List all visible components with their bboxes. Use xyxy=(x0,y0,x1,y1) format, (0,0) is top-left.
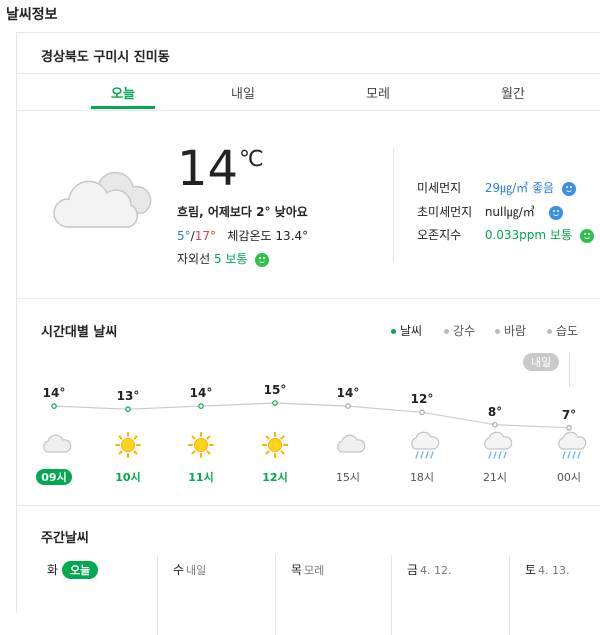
weekday-sub: 오늘 xyxy=(62,561,99,579)
hourly-temp: 14° xyxy=(336,386,360,401)
divider xyxy=(391,555,392,635)
temperature-point xyxy=(566,424,572,431)
weekday-label: 토 xyxy=(525,563,537,577)
divider xyxy=(509,555,510,635)
cloud-icon xyxy=(40,431,72,459)
tab-active-indicator xyxy=(91,106,155,109)
divider xyxy=(17,298,600,299)
hour-label: 11시 xyxy=(188,471,214,484)
weekly-day-1[interactable]: 수 내일 xyxy=(173,561,206,578)
feels-like-value: 13.4° xyxy=(275,229,309,243)
temperature-point xyxy=(492,421,498,428)
weekday-sub: 내일 xyxy=(186,564,207,577)
tomorrow-badge: 내일 xyxy=(523,353,560,371)
air-label: 초미세먼지 xyxy=(417,205,473,219)
hour-label: 09시 xyxy=(36,469,72,485)
max-temp: 17° xyxy=(194,229,216,243)
hour-label: 10시 xyxy=(115,471,141,484)
air-label: 오존지수 xyxy=(417,228,462,242)
weekday-sub: 4. 13. xyxy=(538,564,570,577)
air-label: 미세먼지 xyxy=(417,181,462,195)
air-value: 0.033ppm 보통 xyxy=(484,228,573,242)
feels-like-label: 체감온도 xyxy=(227,229,272,243)
legend-wind[interactable]: 바람 xyxy=(495,322,526,339)
hourly-temp: 13° xyxy=(116,389,140,404)
hourly-temp: 14° xyxy=(189,386,213,401)
uv-label: 자외선 xyxy=(177,252,211,266)
weekly-day-0[interactable]: 화 오늘 xyxy=(47,561,99,579)
tab-today[interactable]: 오늘 xyxy=(93,83,153,102)
weekday-label: 화 xyxy=(47,563,59,577)
rain-cloud-icon xyxy=(481,431,513,467)
weather-summary: 흐림, 어제보다 2° 낮아요 xyxy=(177,205,308,219)
smile-icon xyxy=(579,228,594,243)
legend-precipitation[interactable]: 강수 xyxy=(444,322,475,339)
temperature-point xyxy=(198,403,204,409)
weekly-day-2[interactable]: 목 모레 xyxy=(291,561,324,578)
tab-monthly[interactable]: 월간 xyxy=(483,83,543,102)
smile-icon xyxy=(548,205,563,220)
temperature-point xyxy=(272,400,278,406)
weekday-sub: 모레 xyxy=(304,564,325,577)
hour-label: 18시 xyxy=(409,471,435,484)
air-row-ozone[interactable]: 오존지수 0.033ppm 보통 xyxy=(417,226,594,243)
uv-value: 5 보통 xyxy=(213,252,248,266)
legend-humidity[interactable]: 습도 xyxy=(547,322,578,339)
divider xyxy=(17,73,600,74)
air-row-fine-dust[interactable]: 미세먼지 29㎍/㎥ 좋음 xyxy=(417,179,576,196)
temperature-point xyxy=(125,406,131,413)
divider xyxy=(17,505,600,506)
divider xyxy=(17,110,600,111)
smile-icon xyxy=(255,252,270,267)
weekday-label: 목 xyxy=(291,563,303,577)
divider xyxy=(157,555,158,635)
hour-label: 21시 xyxy=(482,471,508,484)
sun-icon xyxy=(114,431,142,463)
weekly-day-4[interactable]: 토 4. 13. xyxy=(525,561,570,578)
temperature-unit: ℃ xyxy=(239,147,264,172)
hour-label: 15시 xyxy=(335,471,361,484)
rain-cloud-icon xyxy=(555,431,587,467)
temperature-point xyxy=(51,403,57,409)
sun-icon xyxy=(187,431,215,463)
divider xyxy=(393,148,394,263)
temperature-point xyxy=(345,403,351,409)
min-temp: 5° xyxy=(177,229,191,243)
rain-cloud-icon xyxy=(408,431,440,467)
hourly-temp: 7° xyxy=(561,407,577,422)
tab-day-after[interactable]: 모레 xyxy=(348,83,408,102)
cloud-icon xyxy=(334,431,366,459)
legend-weather[interactable]: 날씨 xyxy=(391,322,422,339)
page-title: 날씨정보 xyxy=(6,7,58,23)
hourly-temp: 15° xyxy=(263,383,287,397)
weekday-label: 수 xyxy=(173,563,185,577)
hour-label: 12시 xyxy=(262,471,288,484)
temperature-point xyxy=(419,409,425,416)
air-value: 29㎍/㎥ 좋음 xyxy=(484,181,555,195)
weekly-title: 주간날씨 xyxy=(41,531,89,546)
weekday-sub: 4. 12. xyxy=(420,564,452,577)
hourly-temp: 8° xyxy=(487,404,503,419)
hourly-title: 시간대별 날씨 xyxy=(41,325,118,340)
cloudy-icon xyxy=(53,171,152,228)
air-row-ultrafine-dust[interactable]: 초미세먼지 null㎍/㎥ xyxy=(417,203,563,220)
weekday-label: 금 xyxy=(407,563,419,577)
location-label: 경상북도 구미시 진미동 xyxy=(41,50,170,65)
min-max-row: 5°/17° 체감온도 13.4° xyxy=(177,227,308,244)
air-value: null㎍/㎥ xyxy=(484,205,535,219)
hour-label: 00시 xyxy=(556,471,582,484)
tab-tomorrow[interactable]: 내일 xyxy=(213,83,273,102)
uv-row: 자외선 5 보통 xyxy=(177,250,270,267)
hourly-temp: 14° xyxy=(42,386,66,401)
divider xyxy=(275,555,276,635)
smile-icon xyxy=(561,181,576,196)
sun-icon xyxy=(261,431,289,463)
current-temperature: 14 xyxy=(177,141,239,197)
weather-card: 경상북도 구미시 진미동 오늘 내일 모레 월간 14 ℃ 흐림, 어제보다 2… xyxy=(16,32,600,635)
weekly-day-3[interactable]: 금 4. 12. xyxy=(407,561,452,578)
hourly-temp: 12° xyxy=(410,392,434,407)
